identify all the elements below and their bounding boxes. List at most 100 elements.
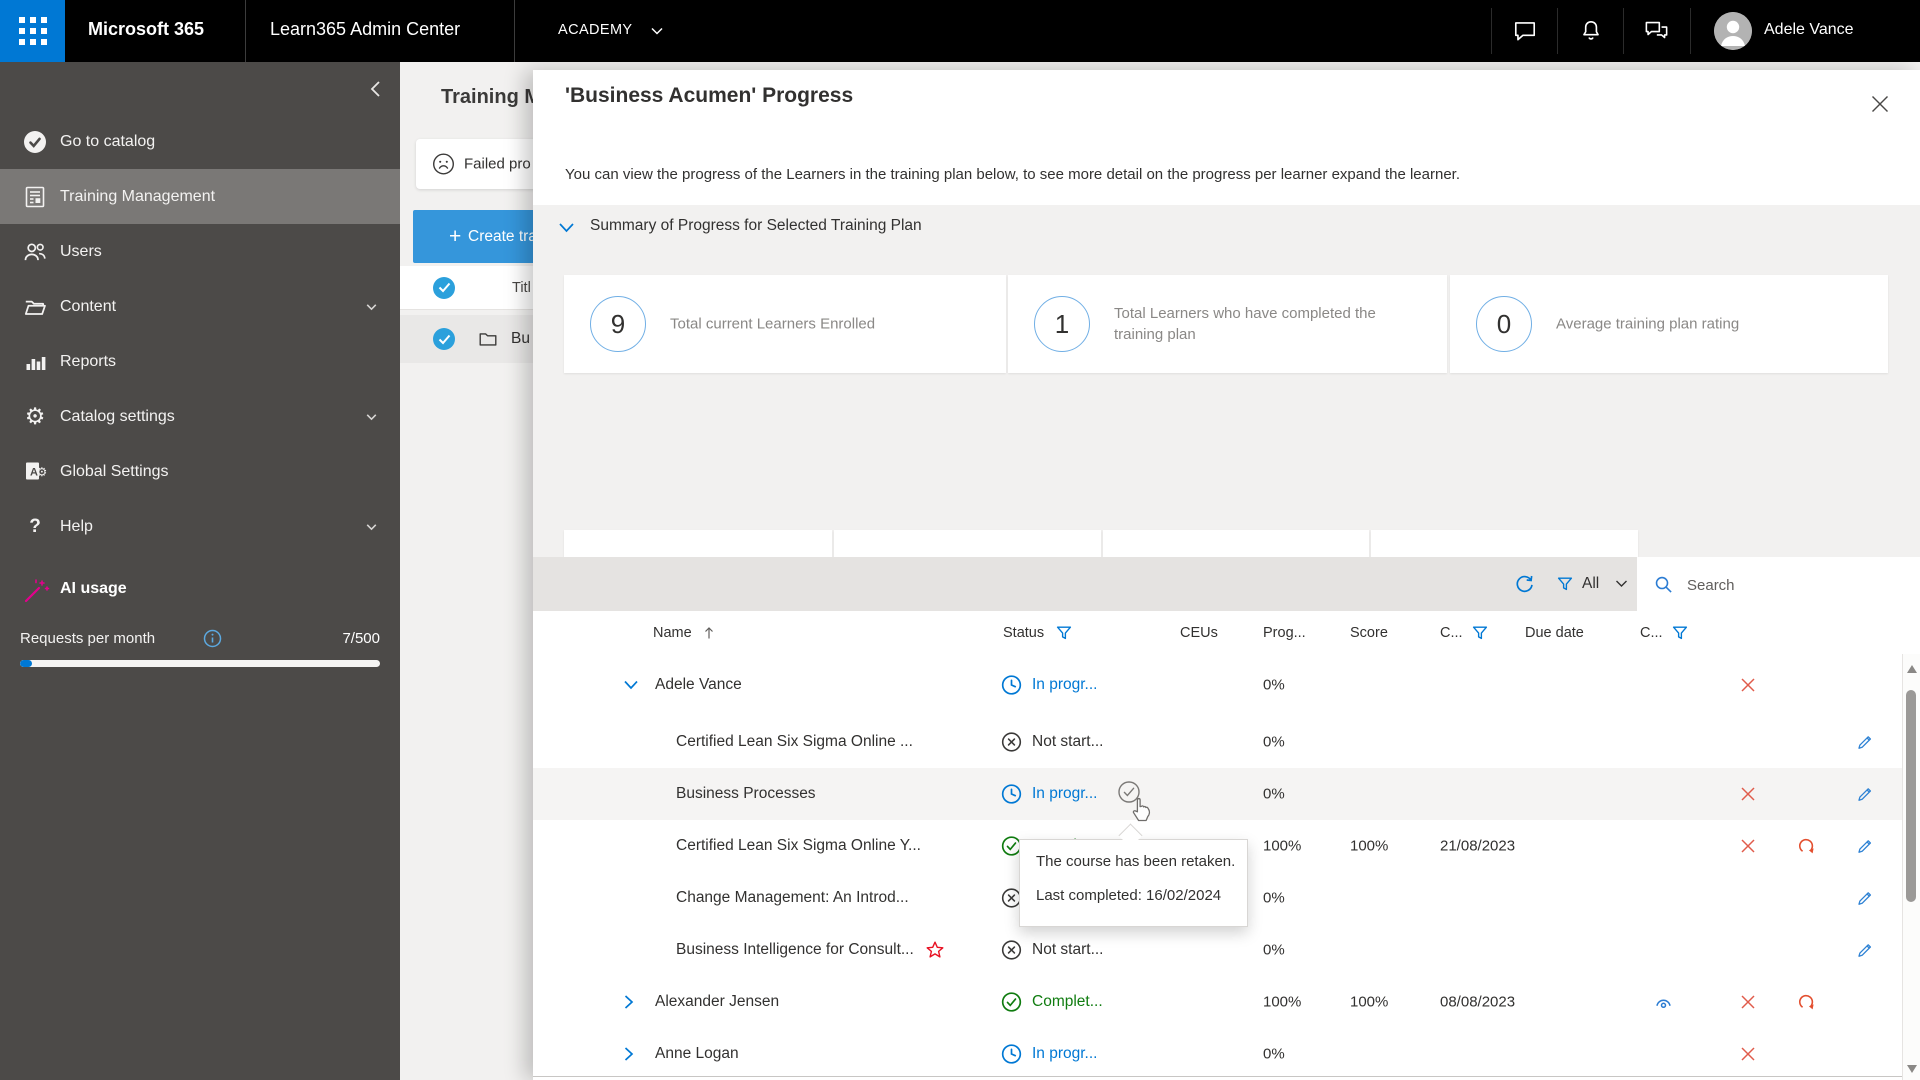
- table-row-course[interactable]: Business Intelligence for Consult... Not…: [533, 924, 1920, 977]
- learner-name: Alexander Jensen: [655, 993, 780, 1010]
- column-score[interactable]: Score: [1350, 625, 1388, 641]
- row-label: Bu: [511, 330, 530, 347]
- close-icon[interactable]: [1870, 94, 1890, 114]
- collapse-summary-chevron-icon[interactable]: [558, 221, 575, 235]
- table-bottom-border: [533, 1076, 1902, 1077]
- sidebar-item-content[interactable]: Content: [0, 279, 400, 334]
- column-due-date[interactable]: Due date: [1525, 625, 1584, 641]
- sidebar-item-catalog-settings[interactable]: ⚙ Catalog settings: [0, 389, 400, 444]
- app-settings-icon: A ⚙: [22, 459, 48, 485]
- chevron-down-icon[interactable]: [364, 299, 379, 314]
- table-row-learner[interactable]: Anne Logan In progr... 0%: [533, 1028, 1920, 1080]
- column-status[interactable]: Status: [1003, 625, 1044, 641]
- edit-pencil-icon[interactable]: [1856, 733, 1874, 751]
- app-title[interactable]: Learn365 Admin Center: [270, 19, 460, 40]
- edit-pencil-icon[interactable]: [1856, 785, 1874, 803]
- filter-icon[interactable]: [1672, 625, 1688, 641]
- bar-chart-icon: [22, 349, 48, 375]
- column-title[interactable]: Titl: [512, 280, 531, 296]
- column-completed-date[interactable]: C...: [1440, 625, 1463, 641]
- chevron-down-icon[interactable]: [623, 679, 639, 691]
- app-launcher-icon[interactable]: [0, 0, 65, 62]
- tenant-selector[interactable]: ACADEMY: [558, 22, 633, 38]
- sidebar-item-reports[interactable]: Reports: [0, 334, 400, 389]
- sidebar-item-global-settings[interactable]: A ⚙ Global Settings: [0, 444, 400, 499]
- status-label[interactable]: In progr...: [1032, 1045, 1097, 1063]
- scrollbar-thumb[interactable]: [1906, 690, 1916, 902]
- gear-icon: ⚙: [24, 403, 46, 429]
- edit-pencil-icon[interactable]: [1856, 941, 1874, 959]
- collapse-sidebar-icon[interactable]: [366, 78, 388, 100]
- sidebar-item-training-management[interactable]: Training Management: [0, 169, 400, 224]
- table-row-learner[interactable]: Alexander Jensen Complet... 100% 100% 08…: [533, 976, 1920, 1029]
- notifications-bell-icon[interactable]: [1578, 18, 1604, 44]
- status-label[interactable]: Complet...: [1032, 993, 1103, 1011]
- status-label[interactable]: Not start...: [1032, 941, 1104, 959]
- avatar[interactable]: [1714, 12, 1752, 50]
- remove-icon[interactable]: [1740, 1046, 1756, 1062]
- filter-icon[interactable]: [1472, 625, 1488, 641]
- sidebar-item-label: Help: [60, 517, 93, 535]
- user-name[interactable]: Adele Vance: [1764, 21, 1854, 39]
- favorite-star-icon[interactable]: [925, 940, 945, 960]
- edit-pencil-icon[interactable]: [1856, 837, 1874, 855]
- chevron-right-icon[interactable]: [623, 1046, 635, 1062]
- stat-label: Total current Learners Enrolled: [670, 315, 876, 333]
- search-input[interactable]: [1685, 569, 1909, 601]
- filter-all-dropdown[interactable]: All: [1582, 575, 1599, 593]
- chevron-down-icon[interactable]: [364, 519, 379, 534]
- retake-icon[interactable]: [1798, 837, 1816, 855]
- filter-icon[interactable]: [1557, 576, 1573, 592]
- folder-icon: [479, 333, 497, 346]
- table-row-learner[interactable]: Adele Vance In progr... 0%: [533, 654, 1920, 717]
- table-row-course[interactable]: Certified Lean Six Sigma Online ... Not …: [533, 716, 1920, 769]
- column-progress[interactable]: Prog...: [1263, 625, 1306, 641]
- remove-icon[interactable]: [1740, 838, 1756, 854]
- progress-dialog: 'Business Acumen' Progress You can view …: [533, 70, 1920, 1080]
- column-certificate[interactable]: C...: [1640, 625, 1663, 641]
- row-checkbox[interactable]: [433, 328, 455, 350]
- refresh-icon[interactable]: [1514, 574, 1535, 595]
- chevron-down-icon[interactable]: [1615, 580, 1628, 589]
- divider: [1623, 8, 1624, 54]
- sort-ascending-icon[interactable]: [703, 625, 715, 640]
- status-label[interactable]: In progr...: [1032, 676, 1097, 694]
- info-icon[interactable]: [203, 629, 222, 648]
- scroll-down-arrow[interactable]: [1907, 1065, 1917, 1073]
- sidebar-ai-usage[interactable]: AI usage: [0, 577, 400, 603]
- table-row-course[interactable]: Business Processes In progr... 0%: [533, 768, 1920, 821]
- column-name[interactable]: Name: [653, 625, 692, 641]
- remove-icon[interactable]: [1740, 994, 1756, 1010]
- remove-icon[interactable]: [1740, 786, 1756, 802]
- course-name: Certified Lean Six Sigma Online ...: [676, 733, 913, 750]
- sidebar-item-users[interactable]: Users: [0, 224, 400, 279]
- retake-icon[interactable]: [1798, 993, 1816, 1011]
- status-label[interactable]: In progr...: [1032, 785, 1097, 803]
- table-scrollbar[interactable]: [1902, 654, 1920, 1080]
- status-label[interactable]: Not start...: [1032, 733, 1104, 751]
- sad-face-icon: [432, 153, 455, 175]
- edit-pencil-icon[interactable]: [1856, 889, 1874, 907]
- progress-value: 0%: [1263, 676, 1285, 694]
- chevron-down-icon[interactable]: [364, 409, 379, 424]
- summary-header[interactable]: Summary of Progress for Selected Trainin…: [590, 217, 922, 235]
- sidebar-item-help[interactable]: ? Help: [0, 499, 400, 554]
- brand-title[interactable]: Microsoft 365: [88, 19, 204, 40]
- chevron-right-icon[interactable]: [623, 994, 635, 1010]
- filter-icon[interactable]: [1056, 625, 1072, 641]
- feedback-icon[interactable]: [1643, 18, 1670, 45]
- chat-icon[interactable]: [1512, 18, 1538, 44]
- sidebar-item-label: Users: [60, 242, 102, 260]
- remove-icon[interactable]: [1740, 677, 1756, 693]
- select-all-checkbox[interactable]: [433, 276, 455, 299]
- watch-progress-icon[interactable]: [1654, 994, 1673, 1011]
- requests-progress-fill: [20, 660, 32, 667]
- plus-icon: +: [449, 224, 462, 248]
- divider: [1557, 8, 1558, 54]
- chevron-down-icon[interactable]: [650, 26, 664, 36]
- column-ceus[interactable]: CEUs: [1180, 625, 1218, 641]
- sidebar-item-go-to-catalog[interactable]: Go to catalog: [0, 114, 400, 169]
- scroll-up-arrow[interactable]: [1907, 665, 1917, 673]
- stat-label: Average training plan rating: [1556, 315, 1740, 333]
- stat-value: 1: [1034, 296, 1090, 352]
